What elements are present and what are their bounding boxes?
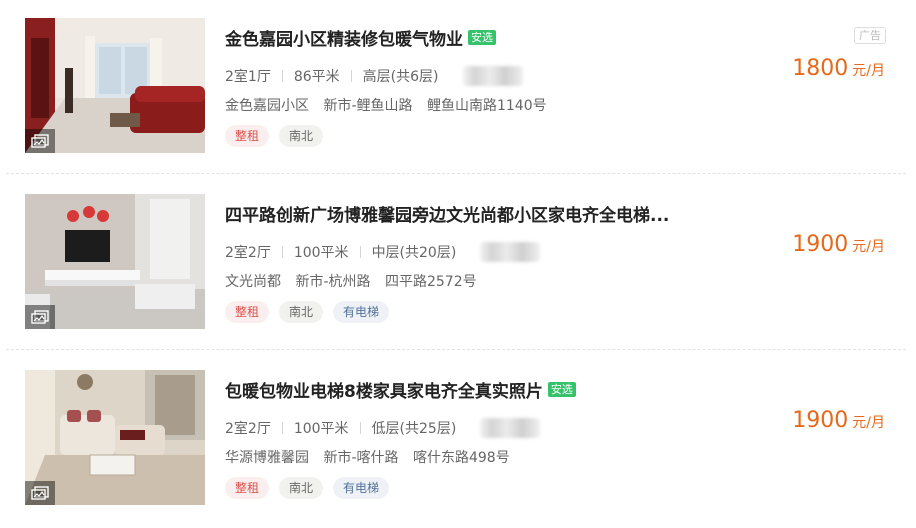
price-value: 1900: [792, 232, 849, 257]
image-gallery-icon: [25, 481, 55, 505]
tag-elevator: 有电梯: [333, 477, 390, 499]
listing-title-text[interactable]: 四平路创新广场博雅馨园旁边文光尚都小区家电齐全电梯...: [225, 201, 669, 226]
district-link[interactable]: 新市-杭州路: [295, 274, 370, 290]
floor-level: 低层(共25层): [371, 421, 457, 437]
listing-divider: [6, 173, 906, 174]
tag-orientation: 南北: [279, 301, 324, 323]
listing-title[interactable]: 四平路创新广场博雅馨园旁边文光尚都小区家电齐全电梯...: [225, 201, 669, 226]
tag-whole-rent: 整租: [225, 125, 270, 147]
tag-orientation: 南北: [279, 477, 324, 499]
image-gallery-icon: [25, 129, 55, 153]
listing-card[interactable]: 四平路创新广场博雅馨园旁边文光尚都小区家电齐全电梯... 2室2厅 100平米 …: [0, 176, 916, 352]
listing-card[interactable]: 金色嘉园小区精装修包暖气物业 安选 广告 2室1厅 86平米 高层(共6层) 金…: [0, 0, 916, 176]
listing-tags: 整租 南北 有电梯: [225, 301, 399, 323]
listing-specs: 2室2厅 100平米 低层(共25层): [225, 418, 541, 438]
rental-listing-list: 金色嘉园小区精装修包暖气物业 安选 广告 2室1厅 86平米 高层(共6层) 金…: [0, 0, 916, 522]
price-value: 1800: [792, 56, 849, 81]
district-link[interactable]: 新市-鲤鱼山路: [323, 98, 412, 114]
verified-badge: 安选: [547, 382, 576, 397]
listing-title-text[interactable]: 金色嘉园小区精装修包暖气物业: [225, 25, 463, 50]
listing-photo[interactable]: [25, 370, 205, 505]
blurred-contact: [462, 66, 523, 86]
spec-divider: [359, 422, 361, 434]
spec-divider: [359, 246, 361, 258]
room-layout: 2室2厅: [225, 245, 271, 261]
spec-divider: [281, 70, 283, 82]
listing-address: 金色嘉园小区 新市-鲤鱼山路 鲤鱼山南路1140号: [225, 95, 557, 115]
blurred-contact: [480, 242, 541, 262]
street-address: 鲤鱼山南路1140号: [426, 98, 547, 114]
listing-title[interactable]: 金色嘉园小区精装修包暖气物业 安选: [225, 25, 496, 50]
listing-address: 华源博雅馨园 新市-喀什路 喀什东路498号: [225, 447, 520, 467]
price-unit: 元/月: [852, 415, 885, 431]
listing-specs: 2室2厅 100平米 中层(共20层): [225, 242, 541, 262]
tag-elevator: 有电梯: [333, 301, 390, 323]
price-unit: 元/月: [852, 239, 885, 255]
listing-card[interactable]: 包暖包物业电梯8楼家具家电齐全真实照片 安选 2室2厅 100平米 低层(共25…: [0, 352, 916, 528]
tag-whole-rent: 整租: [225, 477, 270, 499]
room-layout: 2室1厅: [225, 69, 271, 85]
listing-photo[interactable]: [25, 194, 205, 329]
listing-title-text[interactable]: 包暖包物业电梯8楼家具家电齐全真实照片: [225, 377, 543, 402]
floor-level: 中层(共20层): [371, 245, 457, 261]
verified-badge: 安选: [468, 30, 496, 45]
community-link[interactable]: 金色嘉园小区: [225, 98, 309, 114]
community-link[interactable]: 文光尚都: [225, 274, 281, 290]
floor-level: 高层(共6层): [362, 69, 439, 85]
tag-orientation: 南北: [279, 125, 324, 147]
price-unit: 元/月: [852, 63, 885, 79]
tag-whole-rent: 整租: [225, 301, 270, 323]
listing-specs: 2室1厅 86平米 高层(共6层): [225, 66, 523, 86]
listing-divider: [6, 349, 906, 350]
listing-tags: 整租 南北: [225, 125, 333, 147]
ad-label: 广告: [854, 27, 886, 44]
spec-divider: [350, 70, 352, 82]
image-gallery-icon: [25, 305, 55, 329]
listing-price: 1900 元/月: [792, 408, 885, 433]
blurred-contact: [480, 418, 541, 438]
listing-tags: 整租 南北 有电梯: [225, 477, 399, 499]
street-address: 四平路2572号: [384, 274, 477, 290]
listing-price: 1900 元/月: [792, 232, 885, 257]
price-value: 1900: [792, 408, 849, 433]
spec-divider: [281, 422, 283, 434]
listing-price: 1800 元/月: [792, 56, 885, 81]
listing-photo[interactable]: [25, 18, 205, 153]
community-link[interactable]: 华源博雅馨园: [225, 450, 309, 466]
floor-area: 100平米: [293, 421, 349, 437]
spec-divider: [281, 246, 283, 258]
listing-title[interactable]: 包暖包物业电梯8楼家具家电齐全真实照片 安选: [225, 377, 576, 402]
floor-area: 100平米: [293, 245, 349, 261]
street-address: 喀什东路498号: [412, 450, 510, 466]
listing-address: 文光尚都 新市-杭州路 四平路2572号: [225, 271, 487, 291]
floor-area: 86平米: [293, 69, 340, 85]
room-layout: 2室2厅: [225, 421, 271, 437]
district-link[interactable]: 新市-喀什路: [323, 450, 398, 466]
